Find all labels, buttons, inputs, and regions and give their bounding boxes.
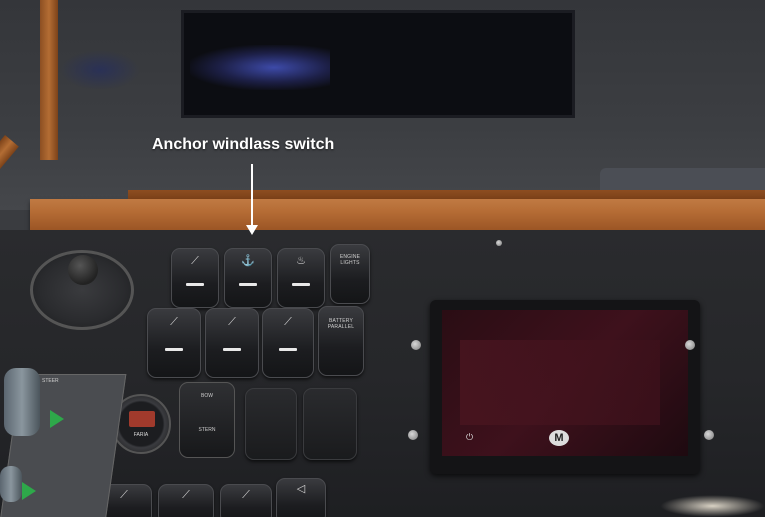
throttle-knob bbox=[68, 255, 98, 285]
switch-led bbox=[165, 348, 183, 352]
screw-icon bbox=[685, 340, 695, 350]
wiper-icon: ⟋ bbox=[284, 316, 292, 329]
wiper-switch-2: ⟋ bbox=[147, 308, 201, 378]
wiper-icon: ⟋ bbox=[228, 316, 236, 329]
wiper-switch-3: ⟋ bbox=[205, 308, 259, 378]
switch-led bbox=[292, 282, 310, 286]
wiper-icon: ⟋ bbox=[242, 488, 250, 501]
joystick-handle bbox=[4, 368, 40, 436]
switch-led bbox=[186, 282, 204, 286]
green-arrow-icon bbox=[22, 482, 36, 500]
annotation-label: Anchor windlass switch bbox=[152, 136, 335, 153]
wiper-switch-4: ⟋ bbox=[262, 308, 314, 378]
defrost-switch: ♨ bbox=[277, 248, 325, 308]
wiper-switch-6: ⟋ bbox=[158, 484, 214, 517]
tv-reflection bbox=[190, 45, 330, 90]
wiper-switch: ⟋ bbox=[171, 248, 219, 308]
wiper-icon: ⟋ bbox=[191, 254, 199, 267]
blank-switch-2 bbox=[303, 388, 357, 460]
gauge-brand: FARIA bbox=[133, 432, 149, 438]
engine-lights-label: ENGINE LIGHTS bbox=[339, 254, 361, 267]
battery-parallel-switch: BATTERY PARALLEL bbox=[318, 306, 364, 376]
switch-led bbox=[223, 348, 241, 352]
wood-rail-post bbox=[40, 0, 58, 160]
horn-switch: ◁ bbox=[276, 478, 326, 517]
wood-trim bbox=[30, 199, 765, 231]
helm-photo: ⟋ ⚓ ♨ ENGINE LIGHTS ⟋ ⟋ ⟋ BATTERY PARALL… bbox=[0, 0, 765, 517]
green-arrow-icon bbox=[50, 410, 64, 428]
power-icon: ⏻ bbox=[466, 432, 474, 442]
anchor-windlass-switch: ⚓ bbox=[224, 248, 272, 308]
horn-icon: ◁ bbox=[296, 483, 306, 496]
screw-icon bbox=[408, 430, 418, 440]
tv-reflection-left bbox=[60, 50, 140, 90]
wiper-icon: ⟋ bbox=[170, 316, 178, 329]
bow-label: BOW bbox=[201, 393, 213, 399]
switch-led bbox=[239, 282, 257, 286]
bow-stern-switch: BOW STERN bbox=[179, 382, 235, 458]
defrost-icon: ♨ bbox=[296, 254, 306, 267]
engine-lights-switch: ENGINE LIGHTS bbox=[330, 244, 370, 304]
screw-icon bbox=[496, 240, 502, 246]
control-knob bbox=[0, 466, 22, 502]
mercury-logo-icon: M bbox=[549, 430, 569, 446]
anchor-icon: ⚓ bbox=[241, 254, 255, 267]
wiper-switch-7: ⟋ bbox=[220, 484, 272, 517]
screw-icon bbox=[704, 430, 714, 440]
blank-switch bbox=[245, 388, 297, 460]
wiper-icon: ⟋ bbox=[182, 488, 190, 501]
annotation-arrow-head-icon bbox=[246, 225, 258, 235]
mfd-screen-reflection bbox=[460, 340, 660, 425]
switch-led bbox=[279, 348, 297, 352]
battery-parallel-label: BATTERY PARALLEL bbox=[327, 317, 355, 330]
annotation-arrow-line bbox=[251, 164, 253, 228]
gauge-display bbox=[129, 411, 155, 427]
light-reflection bbox=[660, 495, 765, 517]
joystick-label: STEER bbox=[42, 378, 59, 384]
stern-label: STERN bbox=[198, 427, 216, 433]
screw-icon bbox=[411, 340, 421, 350]
